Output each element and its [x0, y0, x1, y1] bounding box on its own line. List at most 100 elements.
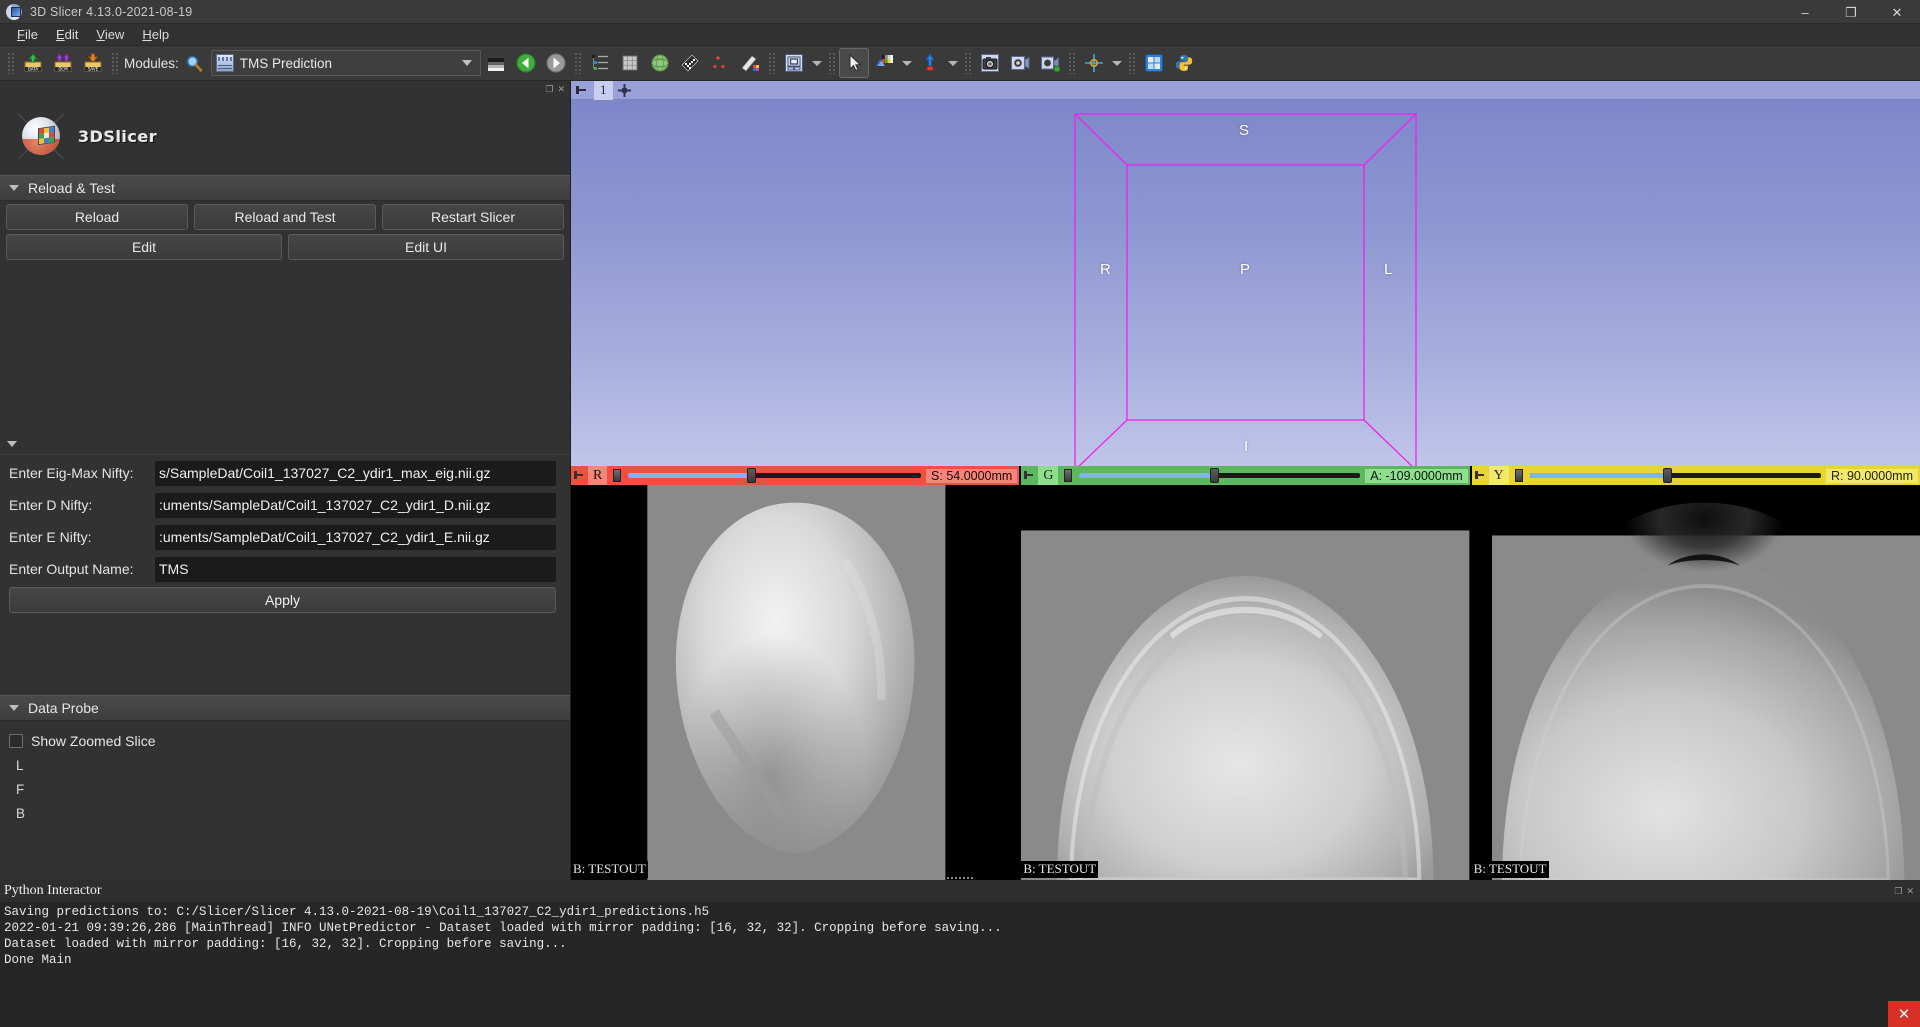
- toolbar-grip-mouse[interactable]: [828, 52, 836, 74]
- module-back-button[interactable]: [511, 48, 541, 78]
- maximize-button[interactable]: ❐: [1828, 0, 1874, 24]
- pin-icon[interactable]: [573, 470, 585, 482]
- crosshair-dropdown-arrow[interactable]: [899, 48, 915, 78]
- pin-icon[interactable]: [1023, 470, 1035, 482]
- favorite-modules-button[interactable]: [481, 48, 511, 78]
- module-panel-titlebar: ❐ ✕: [0, 81, 570, 97]
- show-zoomed-slice-row: Show Zoomed Slice: [0, 729, 570, 753]
- show-zoomed-slice-label: Show Zoomed Slice: [31, 733, 156, 749]
- panel-close-button[interactable]: ✕: [557, 85, 565, 94]
- data-probe-header[interactable]: Data Probe: [0, 695, 570, 721]
- restart-slicer-button[interactable]: Restart Slicer: [382, 204, 564, 230]
- segment-editor-button[interactable]: [735, 48, 765, 78]
- tray-close-button[interactable]: ✕: [1888, 1001, 1920, 1027]
- menu-file[interactable]: File: [8, 25, 47, 44]
- data-module-button[interactable]: [585, 48, 615, 78]
- output-name-input[interactable]: TMS: [155, 557, 556, 582]
- volume-rendering-button[interactable]: [675, 48, 705, 78]
- slicer-wordmark: 3DSlicer: [78, 127, 157, 146]
- visibility-icon[interactable]: [610, 469, 623, 483]
- pin-icon[interactable]: [1474, 470, 1486, 482]
- panel-float-button[interactable]: ❐: [545, 85, 553, 94]
- save-data-icon: SAVE: [82, 52, 104, 74]
- toolbar-grip-modules2[interactable]: [574, 52, 582, 74]
- reload-and-test-button[interactable]: Reload and Test: [194, 204, 376, 230]
- load-data-button[interactable]: DATA: [18, 48, 48, 78]
- maximize-view-icon[interactable]: [618, 84, 631, 97]
- green-sphere-icon: [649, 52, 671, 74]
- show-zoomed-slice-checkbox[interactable]: [9, 734, 23, 748]
- module-selector-combobox[interactable]: TMS Prediction: [211, 50, 481, 76]
- layout-select-button[interactable]: [779, 48, 809, 78]
- console-float-button[interactable]: ❐: [1894, 886, 1902, 897]
- close-button[interactable]: ✕: [1874, 0, 1920, 24]
- red-slice-canvas[interactable]: B: TESTOUT: [571, 485, 1019, 880]
- volumes-module-button[interactable]: [615, 48, 645, 78]
- mouse-pointer-icon: [843, 52, 865, 74]
- load-dicom-icon: DCM: [52, 52, 74, 74]
- volume-cube-icon: [619, 52, 641, 74]
- output-name-label: Enter Output Name:: [0, 561, 155, 577]
- console-close-button[interactable]: ✕: [1906, 886, 1914, 897]
- apply-button[interactable]: Apply: [9, 587, 556, 613]
- red-slice-pane: R S: 54.0000mm: [571, 466, 1019, 880]
- module-forward-button[interactable]: [541, 48, 571, 78]
- load-dicom-button[interactable]: DCM: [48, 48, 78, 78]
- save-data-button[interactable]: SAVE: [78, 48, 108, 78]
- visibility-icon[interactable]: [1061, 469, 1074, 483]
- green-slice-image: [1021, 485, 1469, 880]
- menu-view[interactable]: View: [87, 25, 133, 44]
- menu-help[interactable]: Help: [133, 25, 178, 44]
- crosshair-button[interactable]: [869, 48, 899, 78]
- green-slice-letter: G: [1038, 466, 1058, 485]
- toolbar-grip[interactable]: [7, 52, 15, 74]
- green-slice-controller-bar: G A: -109.0000mm: [1021, 466, 1469, 485]
- eig-max-nifty-input[interactable]: s/SampleDat/Coil1_137027_C2_ydir1_max_ei…: [155, 461, 556, 486]
- models-module-button[interactable]: [645, 48, 675, 78]
- e-nifty-input[interactable]: :uments/SampleDat/Coil1_137027_C2_ydir1_…: [155, 525, 556, 550]
- pin-icon[interactable]: [576, 85, 589, 96]
- center-view-dropdown-arrow[interactable]: [1109, 48, 1125, 78]
- d-nifty-input[interactable]: :uments/SampleDat/Coil1_137027_C2_ydir1_…: [155, 493, 556, 518]
- menu-edit[interactable]: Edit: [47, 25, 87, 44]
- extension-manager-button[interactable]: [1139, 48, 1169, 78]
- toolbar-grip-modules[interactable]: [111, 52, 119, 74]
- yellow-slice-canvas[interactable]: B: TESTOUT: [1472, 485, 1920, 880]
- console-splitter-grip[interactable]: [946, 876, 974, 881]
- green-slice-slider[interactable]: [1077, 466, 1362, 485]
- crosshair-icon: [873, 52, 895, 74]
- chevron-down-icon: [1112, 61, 1122, 66]
- python-interactor-output[interactable]: Saving predictions to: C:/Slicer/Slicer …: [0, 902, 1920, 1027]
- console-dock-buttons: ❐ ✕: [1894, 886, 1914, 897]
- registration-button[interactable]: [705, 48, 735, 78]
- magnifier-icon[interactable]: [185, 54, 203, 72]
- layout-dropdown-arrow[interactable]: [809, 48, 825, 78]
- markups-dropdown-arrow[interactable]: [945, 48, 961, 78]
- toolbar-grip-capture[interactable]: [964, 52, 972, 74]
- edit-button[interactable]: Edit: [6, 234, 282, 260]
- toolbar-grip-layout[interactable]: [768, 52, 776, 74]
- edit-ui-button[interactable]: Edit UI: [288, 234, 564, 260]
- center-view-icon: [1083, 52, 1105, 74]
- toolbar-grip-python[interactable]: [1128, 52, 1136, 74]
- view-3d-canvas[interactable]: S R P L I: [571, 100, 1920, 466]
- reload-button[interactable]: Reload: [6, 204, 188, 230]
- red-slice-slider[interactable]: [626, 466, 923, 485]
- markups-button[interactable]: [915, 48, 945, 78]
- scene-views-button[interactable]: [1005, 48, 1035, 78]
- capture-button[interactable]: [1035, 48, 1065, 78]
- minimize-button[interactable]: –: [1782, 0, 1828, 24]
- yellow-slice-slider[interactable]: [1528, 466, 1823, 485]
- mouse-mode-button[interactable]: [839, 48, 869, 78]
- orientation-label-inferior: I: [1244, 438, 1248, 455]
- reload-and-test-header[interactable]: Reload & Test: [0, 175, 570, 201]
- toolbar-grip-extensions[interactable]: [1068, 52, 1076, 74]
- visibility-icon[interactable]: [1512, 469, 1525, 483]
- python-console-button[interactable]: [1169, 48, 1199, 78]
- screenshot-button[interactable]: [975, 48, 1005, 78]
- probe-line-b: B: [0, 801, 570, 825]
- modules-label: Modules:: [124, 56, 179, 71]
- parameters-collapse-toggle[interactable]: [0, 434, 570, 454]
- center-view-button[interactable]: [1079, 48, 1109, 78]
- green-slice-canvas[interactable]: B: TESTOUT: [1021, 485, 1469, 880]
